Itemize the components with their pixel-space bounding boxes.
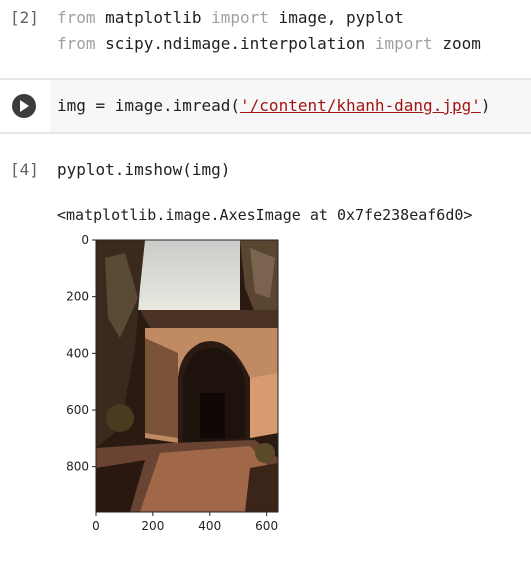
code-token: scipy.ndimage.interpolation [95,34,375,53]
code-token: matplotlib [95,8,212,27]
execution-count: [2] [10,8,39,27]
code-cell-2[interactable]: img = image.imread('/content/khanh-dang.… [0,80,531,132]
keyword: import [211,8,269,27]
code-token: pyplot.imshow(img) [57,160,231,179]
code-cell-1[interactable]: [2] from matplotlib import image, pyplot… [0,0,531,70]
x-axis: 0 200 400 600 [92,512,278,533]
output-repr: <matplotlib.image.AxesImage at 0x7fe238e… [57,206,473,224]
y-tick-label: 600 [66,403,89,417]
string-literal: '/content/khanh-dang.jpg' [240,96,481,115]
code-line: from scipy.ndimage.interpolation import … [57,34,481,53]
image-axes: 0 200 400 600 800 0 200 400 600 [66,233,279,533]
keyword: from [57,8,96,27]
code-token: image, pyplot [268,8,404,27]
y-tick-label: 0 [81,233,89,247]
execution-count: [4] [10,160,39,179]
x-tick-label: 200 [141,519,164,533]
code-token: zoom [432,34,481,53]
code-token: ) [480,96,491,115]
x-tick-label: 600 [255,519,278,533]
code-cell-3[interactable]: [4] pyplot.imshow(img) [0,150,531,190]
code-token: img = image.imread( [57,96,241,115]
y-axis: 0 200 400 600 800 [66,233,96,474]
run-cell-button[interactable] [12,94,36,118]
cell-separator [0,132,531,134]
keyword: import [374,34,433,53]
x-tick-label: 400 [198,519,221,533]
y-tick-label: 800 [66,460,89,474]
image-plot: 0 200 400 600 800 0 200 400 600 [50,228,310,548]
code-line: from matplotlib import image, pyplot [57,8,404,27]
y-tick-label: 200 [66,290,89,304]
x-tick-label: 0 [92,519,100,533]
code-line: pyplot.imshow(img) [57,160,230,179]
keyword: from [57,34,96,53]
photo-image [96,240,278,512]
y-tick-label: 400 [66,346,89,360]
code-line: img = image.imread('/content/khanh-dang.… [57,96,491,115]
play-icon [20,100,29,112]
